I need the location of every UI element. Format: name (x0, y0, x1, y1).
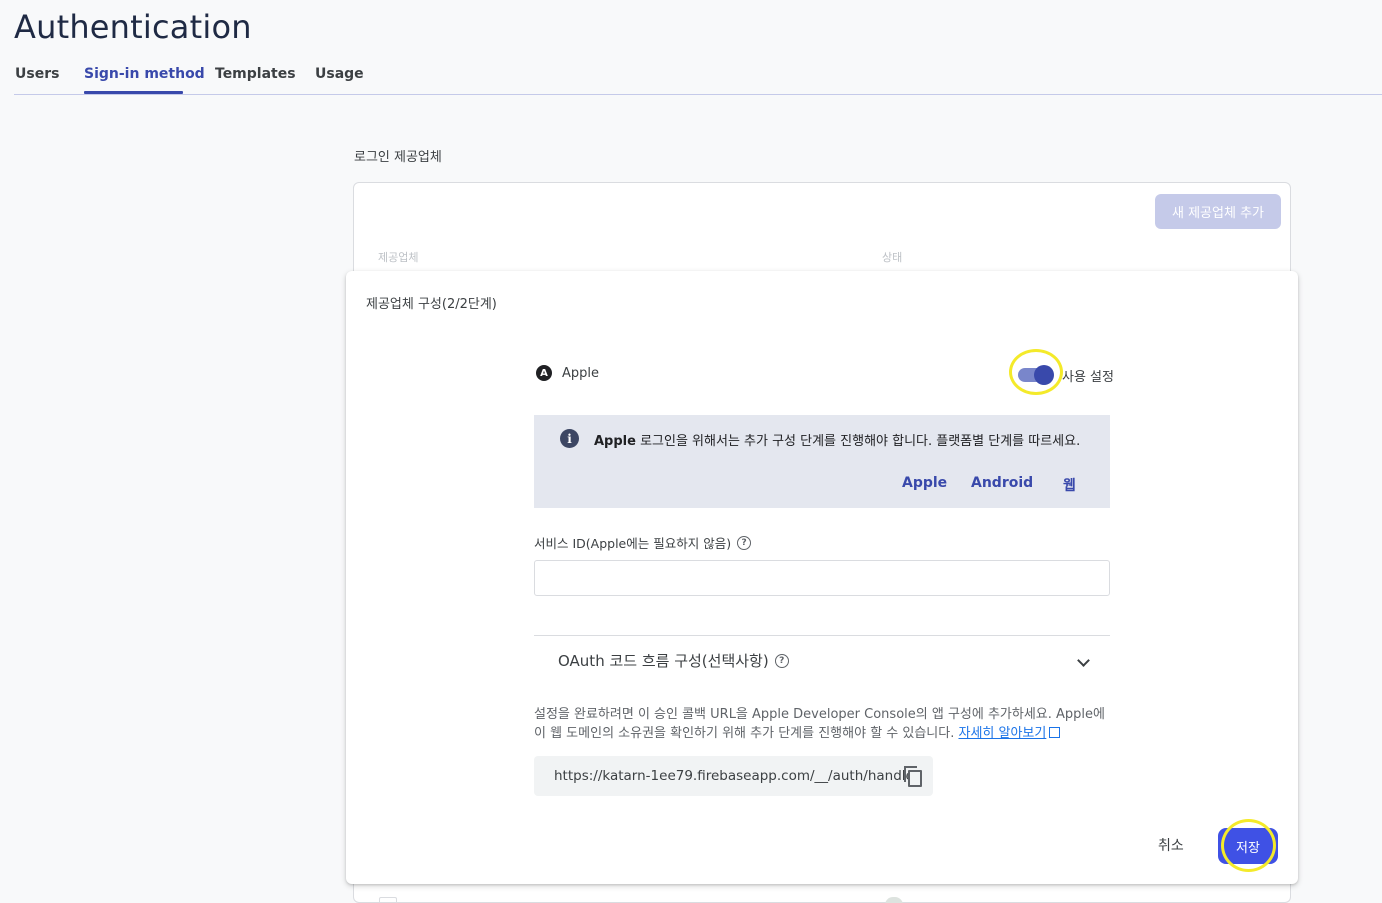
page-title: Authentication (14, 8, 252, 46)
dialog-title: 제공업체 구성(2/2단계) (366, 297, 497, 312)
enable-toggle-label: 사용 설정 (1062, 370, 1114, 385)
cancel-button[interactable]: 취소 (1158, 835, 1184, 855)
tab-users[interactable]: Users (15, 66, 59, 82)
callback-url: https://katarn-1ee79.firebaseapp.com/__/… (554, 768, 920, 784)
learn-more-link[interactable]: 자세히 알아보기 (958, 726, 1046, 741)
oauth-section-label: OAuth 코드 흐름 구성(선택사항) ? (558, 650, 789, 671)
toggle-thumb (1034, 365, 1054, 385)
info-icon: i (560, 429, 579, 448)
tab-bar: Users Sign-in method Templates Usage (14, 56, 1382, 95)
link-apple[interactable]: Apple (902, 475, 947, 491)
callback-description: 설정을 완료하려면 이 승인 콜백 URL을 Apple Developer C… (534, 705, 1114, 743)
link-web[interactable]: 웹 (1063, 475, 1076, 495)
link-android[interactable]: Android (971, 475, 1033, 491)
callback-url-box: https://katarn-1ee79.firebaseapp.com/__/… (534, 756, 933, 796)
column-header-provider: 제공업체 (378, 251, 419, 264)
provider-name: Apple (562, 366, 600, 381)
provider-config-dialog: 제공업체 구성(2/2단계) A Apple 사용 설정 i Apple 로그인… (346, 271, 1298, 884)
oauth-section-label-text: OAuth 코드 흐름 구성(선택사항) (558, 652, 769, 670)
apple-icon: A (536, 365, 552, 381)
row-checkbox-partial (379, 897, 397, 903)
info-text: Apple 로그인을 위해서는 추가 구성 단계를 진행해야 합니다. 플랫폼별… (594, 430, 1080, 449)
providers-section-label: 로그인 제공업체 (354, 150, 442, 165)
tab-divider (14, 94, 1382, 95)
external-link-icon (1049, 727, 1061, 738)
info-text-body: 로그인을 위해서는 추가 구성 단계를 진행해야 합니다. 플랫폼별 단계를 따… (635, 434, 1081, 449)
service-id-label: 서비스 ID(Apple에는 필요하지 않음) ? (534, 533, 752, 552)
oauth-section-expander[interactable]: OAuth 코드 흐름 구성(선택사항) ? (534, 636, 1110, 686)
copy-icon[interactable] (904, 766, 923, 787)
chevron-down-icon (1077, 654, 1090, 667)
info-text-bold: Apple (594, 434, 636, 449)
help-icon[interactable]: ? (737, 535, 752, 550)
column-header-status: 상태 (882, 251, 903, 264)
service-id-label-text: 서비스 ID(Apple에는 필요하지 않음) (534, 536, 732, 551)
tab-templates[interactable]: Templates (215, 66, 296, 82)
tab-usage[interactable]: Usage (315, 66, 364, 82)
tab-sign-in-method[interactable]: Sign-in method (84, 66, 205, 82)
help-icon[interactable]: ? (774, 653, 789, 668)
add-provider-button[interactable]: 새 제공업체 추가 (1155, 194, 1281, 229)
service-id-input[interactable] (534, 560, 1110, 596)
info-banner: i Apple 로그인을 위해서는 추가 구성 단계를 진행해야 합니다. 플랫… (534, 415, 1110, 508)
enable-toggle[interactable] (1018, 365, 1054, 385)
save-button[interactable]: 저장 (1218, 828, 1278, 864)
copy-icon-front (908, 770, 922, 787)
